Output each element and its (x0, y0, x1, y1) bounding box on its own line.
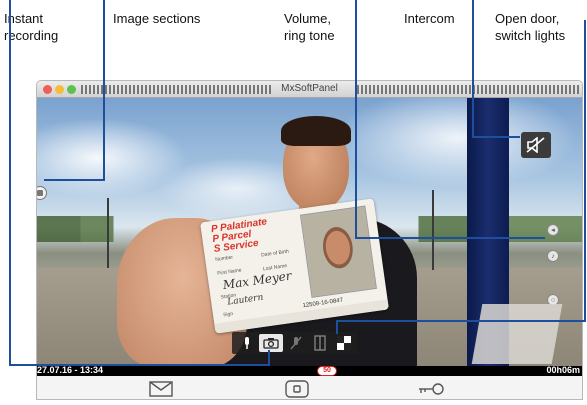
leader-line-open-door (336, 320, 338, 334)
id-number-label: Number (214, 254, 234, 263)
street-lamp (432, 190, 434, 270)
camera-video-feed[interactable]: P Palatinate P Parcel S Service Number D… (37, 98, 582, 366)
annotation-volume-ring-tone: Volume, ring tone (284, 11, 335, 43)
leader-line-open-door (336, 320, 586, 322)
mic-off-icon (290, 336, 302, 350)
street-lamp (107, 198, 109, 268)
delivery-van (471, 304, 563, 364)
leader-line-instant-recording (268, 350, 270, 366)
leader-line-intercom (472, 0, 474, 138)
quad-view-button[interactable] (332, 334, 356, 352)
status-elapsed-time: 00h06m (546, 365, 580, 375)
image-sections-toolbar (232, 332, 358, 354)
volume-badge: 50 (317, 366, 337, 376)
window-title: MxSoftPanel (281, 83, 338, 94)
annotation-image-sections: Image sections (113, 11, 201, 26)
key-icon (419, 383, 444, 395)
leader-line-volume (355, 237, 545, 239)
window-titlebar: MxSoftPanel (37, 81, 582, 98)
leader-line-open-door (584, 20, 586, 322)
volume-button[interactable]: ◂ (547, 224, 559, 236)
leader-line-instant-recording (9, 0, 11, 366)
microphone-button[interactable] (235, 334, 259, 352)
leader-line-intercom (472, 136, 520, 138)
mute-button[interactable] (284, 334, 308, 352)
leader-line-volume (355, 0, 357, 239)
ring-tone-button[interactable]: ♪ (547, 250, 559, 262)
record-icon (37, 190, 43, 196)
intercom-speaker-button[interactable] (521, 132, 551, 158)
leader-line-instant-recording (9, 364, 270, 366)
id-card-photo (299, 205, 377, 298)
id-dob-label: Date of Birth (260, 248, 290, 259)
id-card-brand: P Palatinate P Parcel S Service (210, 216, 268, 256)
annotation-intercom: Intercom (404, 11, 455, 26)
camera-icon (263, 338, 279, 349)
annotation-instant-recording: Instant recording (4, 11, 59, 43)
mail-icon (149, 381, 173, 397)
speaker-off-icon (526, 137, 545, 153)
leader-line-image-sections (44, 179, 105, 181)
microphone-icon (245, 337, 249, 349)
split-view-button[interactable] (308, 334, 332, 352)
quad-view-icon (337, 336, 351, 350)
bell-icon: ♪ (551, 252, 555, 260)
status-date-time: 27.07.16 - 13:34 (37, 365, 104, 375)
status-bar: 27.07.16 - 13:34 50 00h06m (37, 365, 582, 376)
door-panel-icon (285, 380, 309, 398)
id-sign-label: Sign (222, 311, 234, 319)
split-screen-icon (314, 335, 326, 351)
bottom-toolbar (37, 376, 582, 399)
annotation-open-door-switch-lights: Open door, switch lights (495, 11, 566, 43)
leader-line-image-sections (103, 0, 105, 181)
mail-button[interactable] (147, 380, 175, 398)
volume-icon: ◂ (551, 227, 555, 234)
light-bulb-icon: ○ (550, 296, 556, 304)
camera-button[interactable] (259, 334, 283, 352)
open-door-key-button[interactable] (417, 380, 445, 398)
visitor-hair (281, 116, 351, 146)
door-panel-button[interactable] (283, 380, 311, 398)
